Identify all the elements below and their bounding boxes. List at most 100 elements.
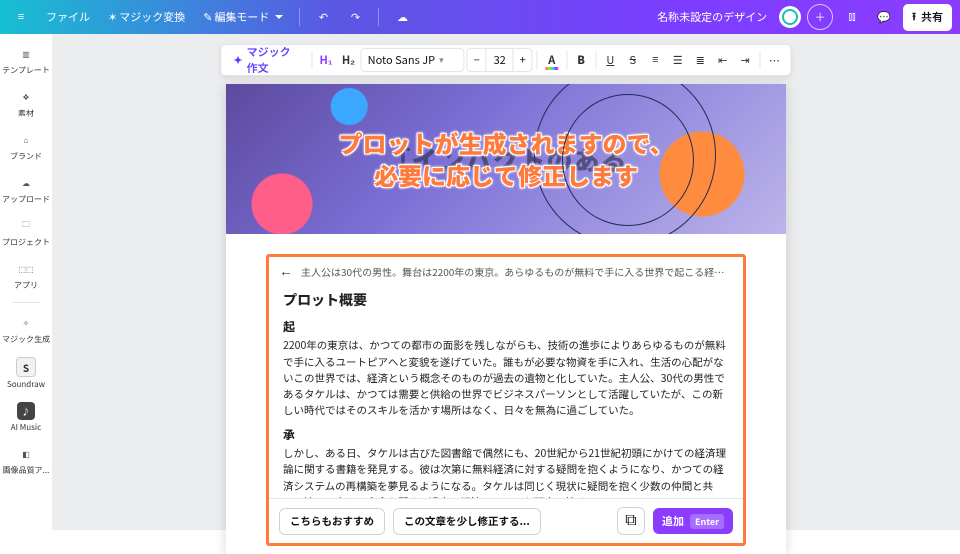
align-button[interactable]: ≡ bbox=[645, 48, 665, 72]
magic-switch-button[interactable]: ✶ マジック変換 bbox=[102, 5, 191, 29]
brand-icon: ⌂ bbox=[17, 131, 35, 149]
section-ki-heading: 起 bbox=[283, 318, 729, 337]
magic-icon: ✧ bbox=[17, 314, 35, 332]
section-ki-body: 2200年の東京は、かつての都市の面影を残しながらも、技術の進歩によりあらゆるも… bbox=[283, 338, 729, 419]
divider bbox=[378, 8, 379, 26]
rail-template-label: テンプレート bbox=[2, 65, 50, 76]
font-size-stepper: − 32 + bbox=[467, 48, 533, 72]
rail-elements[interactable]: ❖ 素材 bbox=[0, 83, 52, 124]
template-icon: ▥ bbox=[17, 45, 35, 63]
divider bbox=[299, 8, 300, 26]
list-number-button[interactable]: ≣ bbox=[690, 48, 710, 72]
instruction-overlay-line1: プロットが生成されますので、 bbox=[338, 127, 673, 159]
enter-hint: Enter bbox=[690, 514, 724, 529]
add-button-label: 追加 bbox=[662, 513, 684, 529]
instruction-overlay: プロットが生成されますので、 必要に応じて修正します bbox=[226, 84, 786, 234]
undo-button[interactable]: ↶ bbox=[310, 4, 336, 30]
rail-apps[interactable]: ⬚⬚ アプリ bbox=[0, 255, 52, 296]
rail-magic-gen-label: マジック生成 bbox=[2, 334, 50, 345]
divider bbox=[759, 51, 760, 69]
rail-project[interactable]: 🗀 プロジェクト bbox=[0, 212, 52, 253]
underline-button[interactable]: U bbox=[600, 48, 620, 72]
magic-write-button[interactable]: ✦ マジック作文 bbox=[227, 49, 307, 71]
comment-icon[interactable]: 💬 bbox=[871, 4, 897, 30]
divider bbox=[595, 51, 596, 69]
section-sho-heading: 承 bbox=[283, 426, 729, 445]
font-family-select[interactable]: Noto Sans JP ▾ bbox=[361, 48, 465, 72]
rail-upload-label: アップロード bbox=[2, 194, 50, 205]
rail-apps-label: アプリ bbox=[14, 280, 38, 291]
upload-cloud-icon: ☁ bbox=[17, 174, 35, 192]
edit-mode-dropdown[interactable]: ✎ 編集モード bbox=[197, 5, 289, 29]
section-sho-body: しかし、ある日、タケルは古びた図書館で偶然にも、20世紀から21世紀初頭にかけて… bbox=[283, 446, 729, 498]
list-bullet-button[interactable]: ☰ bbox=[668, 48, 688, 72]
image-quality-icon: ◧ bbox=[17, 445, 35, 463]
more-button[interactable]: ⋯ bbox=[764, 48, 784, 72]
elements-icon: ❖ bbox=[17, 88, 35, 106]
cloud-sync-icon[interactable]: ☁ bbox=[389, 4, 415, 30]
rail-magic-gen[interactable]: ✧ マジック生成 bbox=[0, 309, 52, 350]
rail-soundraw[interactable]: S Soundraw bbox=[0, 352, 52, 395]
menu-icon[interactable]: ≡ bbox=[8, 4, 34, 30]
document-page: 「インパクトのある プロットが生成されますので、 必要に応じて修正します ← 主… bbox=[226, 84, 786, 554]
rail-image-quality-label: 画像品質ア... bbox=[3, 465, 50, 476]
indent-decrease-button[interactable]: ⇤ bbox=[712, 48, 732, 72]
rail-template[interactable]: ▥ テンプレート bbox=[0, 40, 52, 81]
copy-button[interactable]: ⧉ bbox=[617, 507, 645, 535]
rail-project-label: プロジェクト bbox=[2, 237, 50, 248]
divider bbox=[311, 51, 312, 69]
rail-ai-music-label: AI Music bbox=[11, 422, 41, 433]
font-family-label: Noto Sans JP bbox=[368, 52, 435, 68]
font-size-value[interactable]: 32 bbox=[486, 49, 514, 71]
page-banner: 「インパクトのある プロットが生成されますので、 必要に応じて修正します bbox=[226, 84, 786, 234]
left-rail: ▥ テンプレート ❖ 素材 ⌂ ブランド ☁ アップロード 🗀 プロジェクト ⬚… bbox=[0, 34, 53, 530]
recommend-button[interactable]: こちらもおすすめ bbox=[279, 508, 385, 535]
copy-icon: ⧉ bbox=[625, 512, 636, 530]
edit-mode-label: 編集モード bbox=[214, 9, 269, 25]
panel-footer: こちらもおすすめ この文章を少し修正する... ⧉ 追加 Enter bbox=[269, 498, 743, 543]
magic-switch-label: マジック変換 bbox=[119, 9, 185, 25]
upload-icon: ⭱ bbox=[912, 8, 916, 27]
back-button[interactable]: ← bbox=[279, 263, 293, 279]
pencil-icon: ✎ bbox=[203, 11, 212, 24]
share-button[interactable]: ⭱ 共有 bbox=[903, 4, 952, 31]
design-name[interactable]: 名称未設定のデザイン bbox=[651, 5, 773, 29]
prompt-text: 主人公は30代の男性。舞台は2200年の東京。あらゆるものが無料で手に入る世界で… bbox=[301, 264, 733, 279]
font-size-incr[interactable]: + bbox=[514, 52, 532, 68]
bold-button[interactable]: B bbox=[571, 48, 591, 72]
file-menu[interactable]: ファイル bbox=[40, 5, 96, 29]
rail-upload[interactable]: ☁ アップロード bbox=[0, 169, 52, 210]
h2-button[interactable]: H₂ bbox=[338, 48, 358, 72]
modify-button[interactable]: この文章を少し修正する... bbox=[393, 508, 541, 535]
add-button[interactable]: 追加 Enter bbox=[653, 508, 733, 534]
divider bbox=[566, 51, 567, 69]
strike-button[interactable]: S bbox=[623, 48, 643, 72]
instruction-overlay-line2: 必要に応じて修正します bbox=[374, 159, 638, 191]
add-member-button[interactable]: ＋ bbox=[807, 4, 833, 30]
soundraw-icon: S bbox=[16, 357, 36, 377]
wand-icon: ✦ bbox=[233, 54, 242, 67]
sparkle-icon: ✶ bbox=[108, 11, 117, 24]
folder-icon: 🗀 bbox=[17, 217, 35, 235]
chevron-down-icon: ▾ bbox=[439, 55, 444, 66]
rail-elements-label: 素材 bbox=[18, 108, 34, 119]
rail-ai-music[interactable]: ♪ AI Music bbox=[0, 397, 52, 438]
rail-brand[interactable]: ⌂ ブランド bbox=[0, 126, 52, 167]
brand-avatar[interactable] bbox=[779, 6, 801, 28]
text-color-button[interactable]: A bbox=[542, 48, 562, 72]
font-size-decr[interactable]: − bbox=[468, 52, 486, 68]
magic-write-panel: ← 主人公は30代の男性。舞台は2200年の東京。あらゆるものが無料で手に入る世… bbox=[266, 254, 746, 546]
canvas-stage: ✦ マジック作文 H₁ H₂ Noto Sans JP ▾ − 32 + A B… bbox=[52, 34, 960, 530]
rail-soundraw-label: Soundraw bbox=[7, 379, 45, 390]
h1-button[interactable]: H₁ bbox=[316, 48, 336, 72]
rail-separator bbox=[12, 302, 40, 303]
magic-write-label: マジック作文 bbox=[247, 44, 301, 76]
analytics-icon[interactable]: ⫾⫾ bbox=[839, 4, 865, 30]
redo-button[interactable]: ↷ bbox=[342, 4, 368, 30]
divider bbox=[537, 51, 538, 69]
rail-image-quality[interactable]: ◧ 画像品質ア... bbox=[0, 440, 52, 481]
panel-body[interactable]: プロット概要 起 2200年の東京は、かつての都市の面影を残しながらも、技術の進… bbox=[269, 284, 743, 498]
indent-increase-button[interactable]: ⇥ bbox=[735, 48, 755, 72]
ai-music-icon: ♪ bbox=[17, 402, 35, 420]
panel-header: ← 主人公は30代の男性。舞台は2200年の東京。あらゆるものが無料で手に入る世… bbox=[269, 257, 743, 284]
